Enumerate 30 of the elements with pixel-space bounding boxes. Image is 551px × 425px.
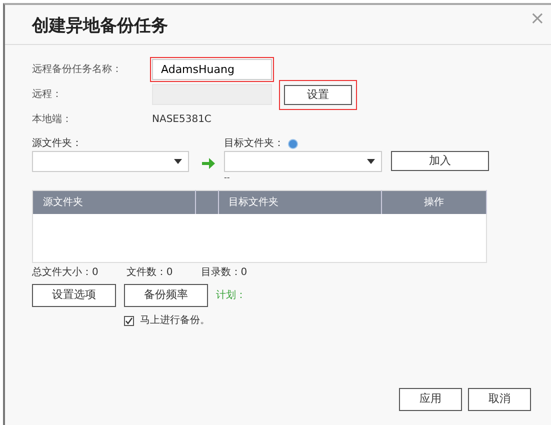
schedule-label: 计划： xyxy=(216,288,246,303)
checkbox-label: 马上进行备份。 xyxy=(140,314,210,328)
column-header xyxy=(195,190,218,214)
source-folder-select[interactable] xyxy=(32,151,189,172)
stat-text: 目录数：0 xyxy=(200,266,248,280)
folder-note: -- xyxy=(224,172,231,184)
caret-icon xyxy=(367,159,375,164)
column-header: 操作 xyxy=(382,190,486,214)
column-header: 目标文件夹 xyxy=(218,190,382,214)
cancel-button[interactable]: 取消 xyxy=(468,388,531,411)
arrow-icon xyxy=(202,158,215,169)
stat-text: 总文件大小：0 xyxy=(32,266,98,280)
add-button[interactable]: 加入 xyxy=(391,151,489,171)
checkbox[interactable] xyxy=(124,316,134,326)
target-folder-select[interactable] xyxy=(224,151,382,172)
stat-text: 文件数：0 xyxy=(126,266,173,280)
option-button[interactable]: 设置选项 xyxy=(32,284,116,307)
apply-button[interactable]: 应用 xyxy=(399,388,462,411)
field-label: 源文件夹： xyxy=(32,136,83,151)
help-icon xyxy=(288,138,298,148)
field-label: 远程： xyxy=(32,88,63,102)
field-label: 远程备份任务名称： xyxy=(32,63,123,77)
column-header: 源文件夹 xyxy=(32,190,196,214)
field-label: 目标文件夹： xyxy=(224,136,284,151)
caret-icon xyxy=(174,159,182,164)
option-button[interactable]: 备份频率 xyxy=(124,284,208,307)
field-value: NASE5381C xyxy=(152,113,212,127)
dialog-title: 创建异地备份任务 xyxy=(32,15,168,37)
input-field[interactable]: AdamsHuang xyxy=(152,59,272,80)
field-label: 本地端： xyxy=(32,112,73,127)
